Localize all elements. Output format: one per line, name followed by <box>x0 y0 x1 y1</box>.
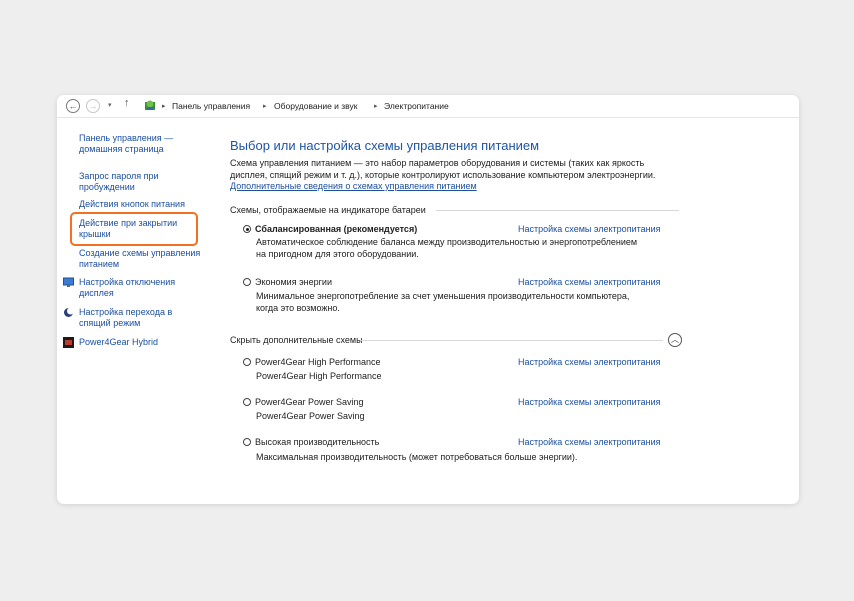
plan-radio-p4g-power-saving[interactable] <box>243 398 251 406</box>
plan-desc-power-saver: Минимальное энергопотребление за счет ум… <box>256 291 676 314</box>
sidebar-item-label: Действия кнопок питания <box>79 199 185 209</box>
sidebar-item-create-plan[interactable]: Создание схемы управления питанием <box>79 248 200 270</box>
sidebar-item-label: Настройка перехода в <box>79 307 173 317</box>
hide-additional-plans-label[interactable]: Скрыть дополнительные схемы <box>230 335 363 345</box>
page-title: Выбор или настройка схемы управления пит… <box>230 138 540 153</box>
lid-close-highlight-frame <box>70 212 198 246</box>
plan-desc-line: на пригодном для этого оборудовании. <box>256 248 419 259</box>
section-divider <box>436 210 679 211</box>
plan-settings-link-power-saver[interactable]: Настройка схемы электропитания <box>518 277 661 287</box>
breadcrumb-power-options[interactable]: Электропитание <box>384 101 449 111</box>
breadcrumb-separator-icon: ▸ <box>263 103 267 110</box>
address-bar-divider <box>57 117 799 118</box>
plan-desc-line: Минимальное энергопотребление за счет ум… <box>256 291 630 301</box>
plan-radio-p4g-high-performance[interactable] <box>243 358 251 366</box>
control-panel-icon <box>145 100 155 110</box>
display-off-icon <box>63 277 74 287</box>
page-description: Схема управления питанием — это набор па… <box>230 158 690 193</box>
plan-desc-p4g-high-performance: Power4Gear High Performance <box>256 371 382 381</box>
plan-name-p4g-power-saving[interactable]: Power4Gear Power Saving <box>255 397 364 407</box>
up-arrow-button[interactable]: ↑ <box>124 97 130 109</box>
breadcrumb-separator-icon: ▸ <box>374 103 378 110</box>
sidebar-item-label: дисплея <box>79 288 114 298</box>
plan-radio-balanced[interactable] <box>243 225 251 233</box>
plan-desc-line: когда это возможно. <box>256 302 340 313</box>
forward-button[interactable]: → <box>86 99 100 113</box>
plan-settings-link-p4g-high-performance[interactable]: Настройка схемы электропитания <box>518 357 661 367</box>
sleep-moon-icon <box>64 307 74 317</box>
sidebar-item-label: Панель управления — <box>79 133 174 143</box>
sidebar-item-label: Power4Gear Hybrid <box>79 337 159 347</box>
sidebar-item-sleep[interactable]: Настройка перехода в спящий режим <box>79 307 172 329</box>
plan-radio-high-performance[interactable] <box>243 438 251 446</box>
plan-name-high-performance[interactable]: Высокая производительность <box>255 437 379 447</box>
plan-name-balanced[interactable]: Сбалансированная (рекомендуется) <box>255 224 417 234</box>
sidebar-item-display-off[interactable]: Настройка отключения дисплея <box>79 277 175 299</box>
power4gear-icon <box>63 337 74 348</box>
back-button[interactable]: ← <box>66 99 80 113</box>
plan-radio-power-saver[interactable] <box>243 278 251 286</box>
plan-settings-link-balanced[interactable]: Настройка схемы электропитания <box>518 224 661 234</box>
plan-desc-high-performance: Максимальная производительность (может п… <box>256 452 578 462</box>
collapse-chevron-icon[interactable]: ︿ <box>668 333 682 347</box>
sidebar-item-power-buttons[interactable]: Действия кнопок питания <box>79 199 185 210</box>
breadcrumb-control-panel[interactable]: Панель управления <box>172 101 250 111</box>
sidebar-item-label: Настройка отключения <box>79 277 176 287</box>
plan-settings-link-high-performance[interactable]: Настройка схемы электропитания <box>518 437 661 447</box>
sidebar-item-label: Запрос пароля при <box>79 171 159 181</box>
plan-desc-balanced: Автоматическое соблюдение баланса между … <box>256 237 676 260</box>
description-line: дисплея, спящий режим и т. д.), которые … <box>230 169 656 180</box>
sidebar-item-home[interactable]: Панель управления — домашняя страница <box>79 133 173 155</box>
more-info-link[interactable]: Дополнительные сведения о схемах управле… <box>230 181 690 193</box>
breadcrumb-separator-icon: ▸ <box>162 103 166 110</box>
plan-desc-line: Автоматическое соблюдение баланса между … <box>256 237 638 247</box>
sidebar-item-label: питанием <box>79 259 120 269</box>
sidebar-item-power4gear-hybrid[interactable]: Power4Gear Hybrid <box>79 337 158 348</box>
plan-name-power-saver[interactable]: Экономия энергии <box>255 277 332 287</box>
sidebar-item-wake-password[interactable]: Запрос пароля при пробуждении <box>79 171 159 193</box>
battery-plans-section-label: Схемы, отображаемые на индикаторе батаре… <box>230 205 426 215</box>
plan-name-p4g-high-performance[interactable]: Power4Gear High Performance <box>255 357 381 367</box>
sidebar-item-label: Создание схемы управления <box>79 248 201 258</box>
sidebar-item-label: спящий режим <box>79 318 141 328</box>
sidebar-item-label: домашняя страница <box>79 144 164 154</box>
description-line: Схема управления питанием — это набор па… <box>230 158 645 168</box>
recent-locations-dropdown-icon[interactable]: ▾ <box>108 101 112 109</box>
section-divider <box>360 340 663 341</box>
breadcrumb-hardware-sound[interactable]: Оборудование и звук <box>274 101 357 111</box>
plan-settings-link-p4g-power-saving[interactable]: Настройка схемы электропитания <box>518 397 661 407</box>
plan-desc-p4g-power-saving: Power4Gear Power Saving <box>256 411 365 421</box>
sidebar-item-label: пробуждении <box>79 182 135 192</box>
